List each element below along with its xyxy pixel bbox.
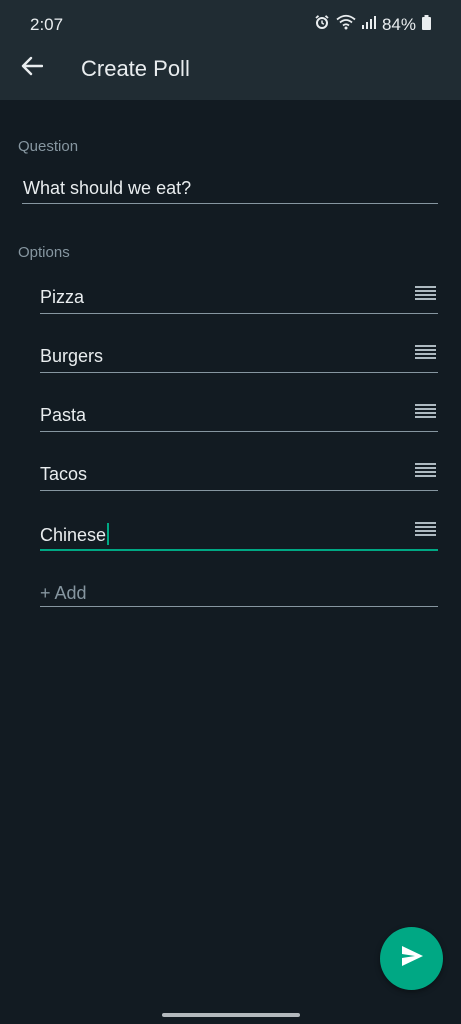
drag-handle-icon[interactable] — [415, 522, 436, 538]
status-icons: 84% — [314, 14, 431, 35]
text-cursor — [107, 523, 110, 545]
drag-handle-icon[interactable] — [415, 286, 436, 302]
option-text: Pizza — [40, 287, 85, 307]
signal-icon — [361, 15, 376, 34]
back-button[interactable] — [16, 52, 48, 84]
battery-icon — [422, 14, 431, 35]
status-time: 2:07 — [30, 15, 64, 34]
option-text: Pasta — [40, 405, 87, 425]
option-text: Chinese — [40, 525, 107, 545]
option-input-3[interactable]: Pasta — [40, 396, 438, 432]
drag-handle-icon[interactable] — [415, 463, 436, 479]
option-input-5[interactable]: Chinese — [40, 514, 438, 551]
add-option-placeholder: + Add — [40, 583, 87, 603]
send-button[interactable] — [380, 927, 443, 990]
option-input-1[interactable]: Pizza — [40, 278, 438, 314]
options-label: Options — [18, 244, 70, 261]
drag-handle-icon[interactable] — [415, 404, 436, 420]
alarm-icon — [314, 14, 330, 35]
arrow-left-icon — [21, 56, 44, 81]
question-input[interactable]: What should we eat? — [22, 170, 438, 204]
question-text: What should we eat? — [23, 178, 192, 198]
page-title: Create Poll — [81, 56, 190, 81]
option-input-2[interactable]: Burgers — [40, 337, 438, 373]
option-text: Burgers — [40, 346, 104, 366]
option-input-4[interactable]: Tacos — [40, 455, 438, 491]
app-bar: 2:07 84% Create Poll — [0, 0, 461, 100]
question-label: Question — [18, 138, 79, 155]
send-icon — [400, 945, 424, 972]
option-text-focused: Chinese — [40, 523, 110, 546]
create-poll-screen: 2:07 84% Create Poll Question What shoul… — [0, 0, 461, 1024]
gesture-navigation-bar[interactable] — [162, 1013, 300, 1017]
add-option-input[interactable]: + Add — [40, 576, 438, 607]
wifi-icon — [336, 14, 356, 35]
battery-percent: 84% — [381, 14, 416, 34]
drag-handle-icon[interactable] — [415, 345, 436, 361]
option-text: Tacos — [40, 464, 88, 484]
